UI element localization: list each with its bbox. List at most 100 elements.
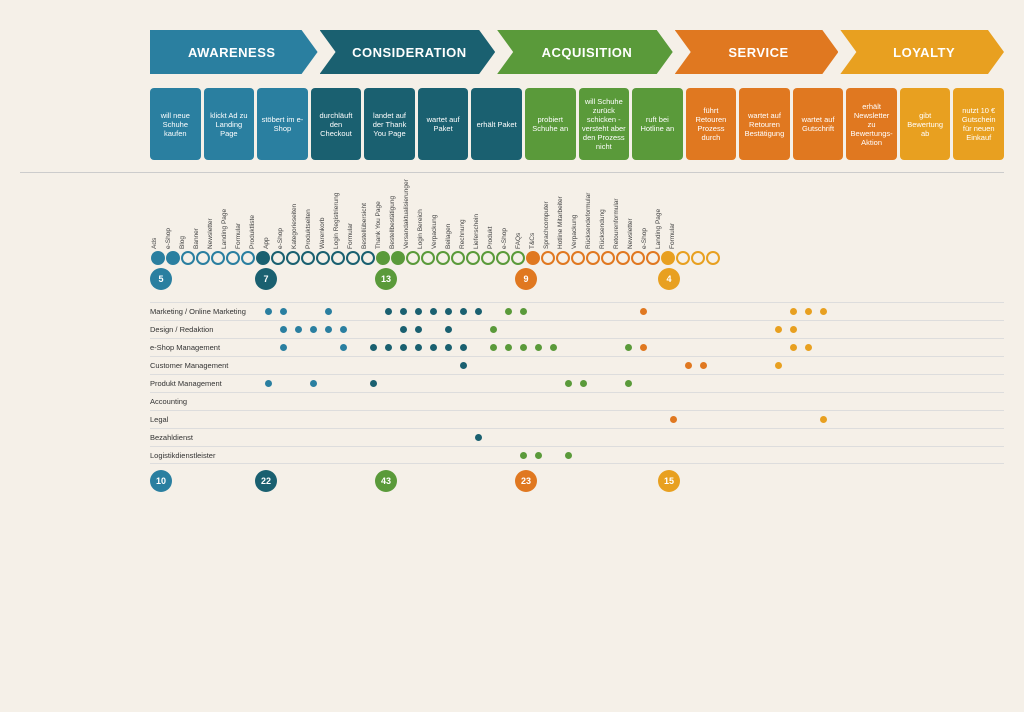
dept-dot [516,397,530,406]
dept-dot [396,379,410,388]
dept-dot [441,361,455,370]
tp-name-label: App [263,179,277,249]
tp-dot [316,251,330,265]
tp-name-label: Login Registrierung [333,179,347,249]
dept-dot [336,343,350,352]
dept-dot [366,343,380,352]
dept-dot [501,397,515,406]
dept-dot [801,451,815,460]
dept-dot [351,451,365,460]
dept-dot [471,451,485,460]
dept-dot [486,361,500,370]
dept-name: Produkt Management [150,379,260,388]
dept-dot [696,415,710,424]
dept-dot [486,397,500,406]
step-box: ruft bei Hotline an [632,88,683,160]
dept-dot [696,397,710,406]
tp-name-label: e-Shop [277,179,291,249]
dept-dot [321,433,335,442]
dept-dot [666,325,680,334]
departments-section: Marketing / Online MarketingDesign / Red… [20,302,1004,495]
dept-dot [381,397,395,406]
tp-dot [541,251,555,265]
dept-dot [366,325,380,334]
dept-dot [651,379,665,388]
dept-dot [711,451,725,460]
dept-dot [411,451,425,460]
dept-dot [771,379,785,388]
tp-names-row: Adse-ShopBlogBannerNewsletterLanding Pag… [150,179,1004,249]
stages-row: AWARENESSCONSIDERATIONACQUISITIONSERVICE… [20,30,1004,74]
tp-dot [496,251,510,265]
dept-dot [771,451,785,460]
dept-dot [471,397,485,406]
dept-dot [801,361,815,370]
tp-dot [661,251,675,265]
dept-dot [441,415,455,424]
dept-dot [711,433,725,442]
tp-dot [436,251,450,265]
dept-dot [816,451,830,460]
dept-dot [651,397,665,406]
dept-dot [336,397,350,406]
dept-dot [771,325,785,334]
tp-name-label: Newsletter [627,179,641,249]
dept-dot [471,325,485,334]
tp-name-label: e-Shop [641,179,655,249]
dept-dot [516,307,530,316]
dept-dot [681,361,695,370]
dept-dot [756,343,770,352]
dept-dots-row [260,379,1004,388]
dept-dot [576,397,590,406]
tp-count-badge: 4 [658,268,680,290]
dept-dot [441,343,455,352]
dept-dot [771,433,785,442]
dept-dot [606,451,620,460]
dept-dot [381,343,395,352]
dept-dot [756,307,770,316]
dept-dot [741,451,755,460]
dept-dot [636,343,650,352]
dept-dot [351,307,365,316]
dept-dots-row [260,397,1004,406]
dept-dot [621,343,635,352]
tp-name-label: Rechnung [459,179,473,249]
dept-dot [531,307,545,316]
dept-dot [696,433,710,442]
steps-boxes: will neue Schuhe kaufenklickt Ad zu Land… [150,88,1004,160]
dept-dot [531,451,545,460]
dept-dot [636,397,650,406]
dept-dot [666,379,680,388]
dept-dot [516,451,530,460]
dept-dots-row [260,343,1004,352]
dept-dots-row [260,451,1004,460]
tp-counts-row: 571394 [150,268,1004,296]
dept-dot [546,361,560,370]
dept-dot [696,451,710,460]
dept-dot [651,307,665,316]
dept-dot [726,451,740,460]
dept-dot [591,307,605,316]
step-box: wartet auf Retouren Bestätigung [739,88,790,160]
step-box: stöbert im e-Shop [257,88,308,160]
dept-name: e-Shop Management [150,343,260,352]
dept-dot [486,433,500,442]
dept-dots-row [260,307,1004,316]
dept-dot [816,397,830,406]
dept-dot [456,307,470,316]
dept-dot [546,397,560,406]
dept-dot [711,307,725,316]
dept-dot [681,379,695,388]
dept-dot [561,343,575,352]
dept-dot [816,307,830,316]
dept-dot [726,415,740,424]
tp-dot [526,251,540,265]
dept-dot [816,415,830,424]
step-box: landet auf der Thank You Page [364,88,415,160]
dept-dot [351,361,365,370]
tp-dot [256,251,270,265]
tp-name-label: Kategorieseiten [291,179,305,249]
dept-row: Legal [150,410,1004,428]
dept-dot [321,397,335,406]
dept-dot [441,379,455,388]
